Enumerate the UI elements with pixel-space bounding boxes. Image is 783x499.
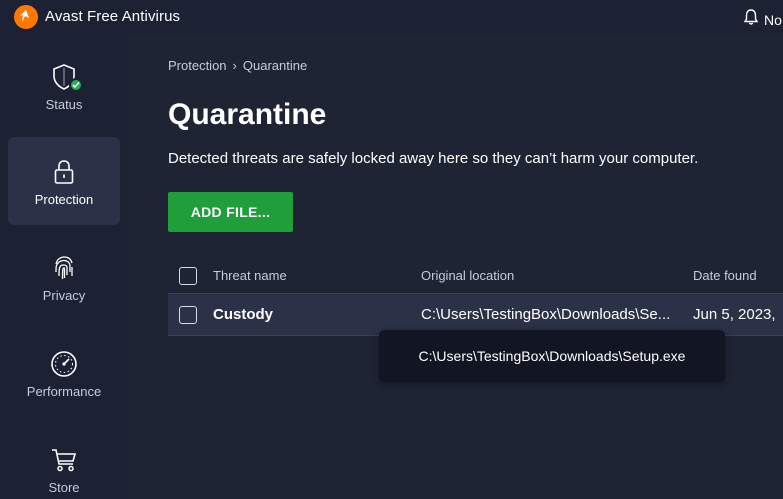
sidebar-item-status[interactable]: Status bbox=[8, 42, 120, 130]
row-checkbox[interactable] bbox=[179, 306, 197, 324]
table-header: Threat name Original location Date found bbox=[168, 258, 783, 292]
threat-name-cell: Custody bbox=[213, 306, 273, 323]
sidebar-item-label: Privacy bbox=[42, 288, 86, 303]
breadcrumb-separator: › bbox=[232, 58, 237, 73]
gauge-icon bbox=[49, 349, 79, 379]
bell-icon bbox=[743, 8, 759, 31]
sidebar-item-protection[interactable]: Protection bbox=[8, 137, 120, 225]
breadcrumb-current: Quarantine bbox=[242, 58, 308, 73]
cart-icon bbox=[49, 445, 79, 475]
notifications-button[interactable]: No bbox=[743, 8, 782, 31]
breadcrumb: Protection › Quarantine bbox=[168, 58, 307, 73]
page-title: Quarantine bbox=[168, 98, 327, 131]
main-content: Protection › Quarantine Quarantine Detec… bbox=[128, 34, 783, 499]
fingerprint-icon bbox=[49, 253, 79, 283]
avast-logo-icon bbox=[14, 5, 38, 29]
sidebar-item-label: Store bbox=[48, 480, 80, 495]
original-location-cell: C:\Users\TestingBox\Downloads\Se... bbox=[421, 306, 671, 323]
page-subtitle: Detected threats are safely locked away … bbox=[168, 150, 699, 167]
date-found-cell: Jun 5, 2023, bbox=[693, 306, 776, 323]
shield-check-icon bbox=[49, 62, 83, 92]
sidebar-item-store[interactable]: Store bbox=[8, 425, 120, 499]
status-ok-badge-icon bbox=[69, 78, 83, 92]
sidebar: Status Protection Privacy Performance St… bbox=[0, 34, 128, 499]
select-all-checkbox[interactable] bbox=[179, 267, 197, 285]
column-header-date-found[interactable]: Date found bbox=[693, 268, 757, 283]
notifications-label: No bbox=[764, 11, 782, 28]
sidebar-item-privacy[interactable]: Privacy bbox=[8, 233, 120, 321]
lock-icon bbox=[49, 157, 79, 187]
breadcrumb-parent-link[interactable]: Protection bbox=[168, 58, 227, 73]
location-tooltip: C:\Users\TestingBox\Downloads\Setup.exe bbox=[379, 330, 725, 382]
column-header-threat-name[interactable]: Threat name bbox=[213, 268, 287, 283]
sidebar-item-label: Protection bbox=[34, 192, 94, 207]
title-bar: Avast Free Antivirus No bbox=[0, 0, 783, 34]
sidebar-item-label: Performance bbox=[26, 384, 102, 399]
column-header-original-location[interactable]: Original location bbox=[421, 268, 514, 283]
add-file-button[interactable]: ADD FILE... bbox=[168, 192, 293, 232]
sidebar-item-performance[interactable]: Performance bbox=[8, 329, 120, 417]
sidebar-item-label: Status bbox=[45, 97, 83, 112]
app-title: Avast Free Antivirus bbox=[45, 8, 181, 25]
